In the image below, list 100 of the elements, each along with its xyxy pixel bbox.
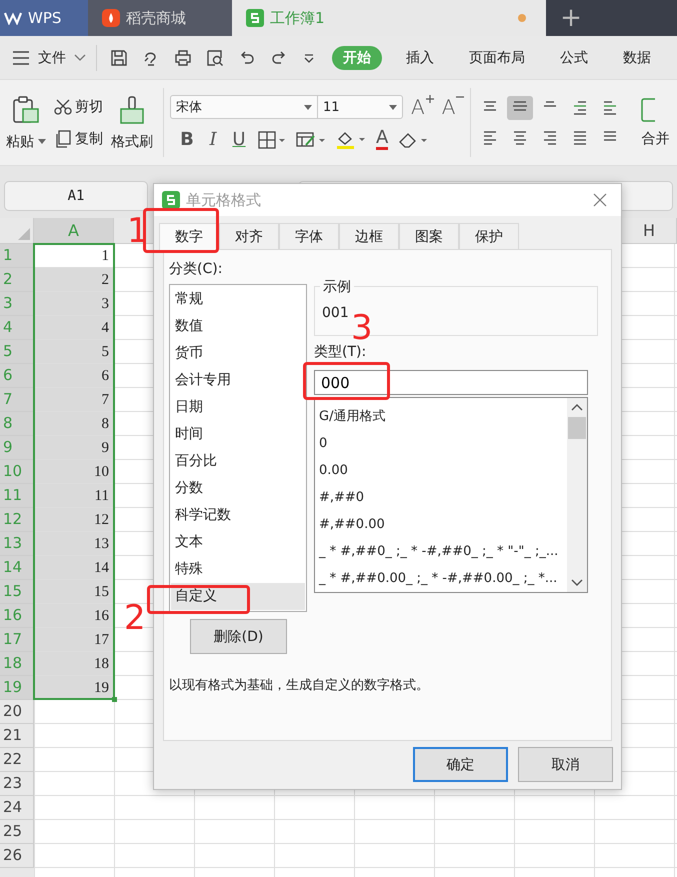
row-header[interactable]: 24 [0, 796, 34, 820]
paste-button[interactable]: 粘贴 [6, 94, 46, 150]
row-header[interactable]: 21 [0, 724, 34, 748]
row-header[interactable]: 25 [0, 820, 34, 844]
category-item[interactable]: 会计专用 [171, 367, 305, 394]
grow-font-button[interactable]: A [411, 95, 434, 119]
unsaved-dot [518, 14, 526, 22]
column-header[interactable]: H [621, 218, 677, 244]
format-painter-button[interactable]: 格式刷 [111, 94, 153, 150]
table-cell: 7 [34, 388, 114, 412]
save-icon[interactable] [110, 48, 128, 66]
table-style-icon[interactable] [296, 130, 326, 148]
format-item[interactable]: #,##0 [315, 484, 567, 511]
category-item[interactable]: 货币 [171, 340, 305, 367]
ribbon-tab[interactable]: 公式 [549, 46, 599, 70]
table-cell: 15 [34, 580, 114, 604]
caret-icon [38, 139, 46, 144]
print-preview-icon[interactable] [206, 48, 224, 66]
app-tab[interactable]: 稻壳商城 [88, 0, 232, 36]
delete-button[interactable]: 删除(D) [190, 619, 287, 654]
ribbon-tab[interactable]: 数据 [612, 46, 662, 70]
category-item[interactable]: 文本 [171, 529, 305, 556]
dialog-tab[interactable]: 保护 [459, 223, 519, 249]
scrollbar[interactable] [567, 398, 587, 592]
table-cell: 9 [34, 436, 114, 460]
merge-button[interactable]: 合并 [641, 130, 670, 148]
table-cell: 3 [34, 292, 114, 316]
clipboard-icon [11, 94, 41, 124]
copy-icon [54, 130, 72, 148]
menu-icon[interactable] [12, 50, 30, 64]
row-header[interactable]: 22 [0, 748, 34, 772]
table-cell: 11 [34, 484, 114, 508]
category-item[interactable]: 常规 [171, 286, 305, 313]
category-item[interactable]: 时间 [171, 421, 305, 448]
cancel-button[interactable]: 取消 [518, 747, 613, 782]
table-cell: 4 [34, 316, 114, 340]
dialog-tab[interactable]: 数字 [159, 223, 219, 250]
underline-button[interactable]: U [230, 129, 248, 150]
table-cell: 18 [34, 652, 114, 676]
category-item[interactable]: 特殊 [171, 556, 305, 583]
ribbon-tab[interactable]: 页面布局 [458, 46, 536, 70]
row-header[interactable]: 20 [0, 700, 34, 724]
file-menu[interactable]: 文件 [38, 48, 66, 66]
dialog-tab[interactable]: 图案 [399, 223, 459, 249]
format-item[interactable]: G/通用格式 [315, 403, 567, 430]
cut-button[interactable]: 剪切 [54, 98, 103, 116]
category-item[interactable]: 日期 [171, 394, 305, 421]
fill-color-icon[interactable] [336, 130, 366, 150]
sample-value: 001 [322, 305, 349, 321]
copy-button[interactable]: 复制 [54, 130, 103, 148]
format-item[interactable]: 0 [315, 430, 567, 457]
flame-icon [102, 9, 120, 27]
category-item[interactable]: 百分比 [171, 448, 305, 475]
category-label: 分类(C): [169, 260, 224, 278]
eraser-icon[interactable] [398, 130, 428, 148]
format-item[interactable]: 0.00 [315, 457, 567, 484]
merge-icon[interactable] [641, 98, 656, 122]
ribbon-tab[interactable]: 插入 [395, 46, 445, 70]
dialog-tab[interactable]: 边框 [339, 223, 399, 249]
name-box[interactable]: A1 [4, 181, 148, 211]
dialog-tab[interactable]: 对齐 [219, 223, 279, 249]
zigzag-logo-icon [4, 11, 22, 25]
scrollbar-thumb[interactable] [568, 417, 586, 439]
more-icon[interactable] [302, 52, 316, 64]
table-cell: 5 [34, 340, 114, 364]
chevron-down-icon[interactable] [74, 54, 86, 62]
italic-button[interactable]: I [206, 129, 220, 150]
table-cell: 10 [34, 460, 114, 484]
table-cell: 12 [34, 508, 114, 532]
table-cell: 17 [34, 628, 114, 652]
row-header[interactable]: 26 [0, 844, 34, 868]
category-item[interactable]: 科学记数 [171, 502, 305, 529]
alignment-icon[interactable] [507, 96, 534, 120]
table-cell: 13 [34, 532, 114, 556]
type-input[interactable]: 000 [314, 370, 588, 395]
description-text: 以现有格式为基础，生成自定义的数字格式。 [169, 677, 430, 694]
shrink-font-button[interactable]: A [442, 95, 464, 119]
app-tab[interactable]: WPS [0, 0, 88, 36]
table-cell: 6 [34, 364, 114, 388]
format-item[interactable]: _ * #,##0.00_ ;_ * -#,##0.00_ ;_ *... [315, 565, 567, 592]
format-item[interactable]: _ * #,##0_ ;_ * -#,##0_ ;_ * "-"_ ;_... [315, 538, 567, 565]
scroll-up-icon[interactable] [571, 403, 583, 411]
category-item[interactable]: 分数 [171, 475, 305, 502]
row-header[interactable]: 23 [0, 772, 34, 796]
spreadsheet-icon [162, 191, 180, 209]
borders-icon[interactable] [258, 130, 286, 148]
ok-button[interactable]: 确定 [413, 747, 508, 782]
new-tab-button[interactable]: + [546, 0, 596, 36]
format-item[interactable]: #,##0.00 [315, 511, 567, 538]
table-cell: 8 [34, 412, 114, 436]
scroll-down-icon[interactable] [571, 579, 583, 587]
close-icon[interactable] [593, 193, 607, 207]
dialog-tab[interactable]: 字体 [279, 223, 339, 249]
print-icon[interactable] [174, 48, 192, 66]
table-cell: 16 [34, 604, 114, 628]
font-color-button[interactable]: A [376, 129, 388, 150]
bold-button[interactable]: B [178, 129, 196, 150]
category-item[interactable]: 数值 [171, 313, 305, 340]
table-cell: 2 [34, 268, 114, 292]
category-item[interactable]: 自定义 [171, 583, 305, 610]
